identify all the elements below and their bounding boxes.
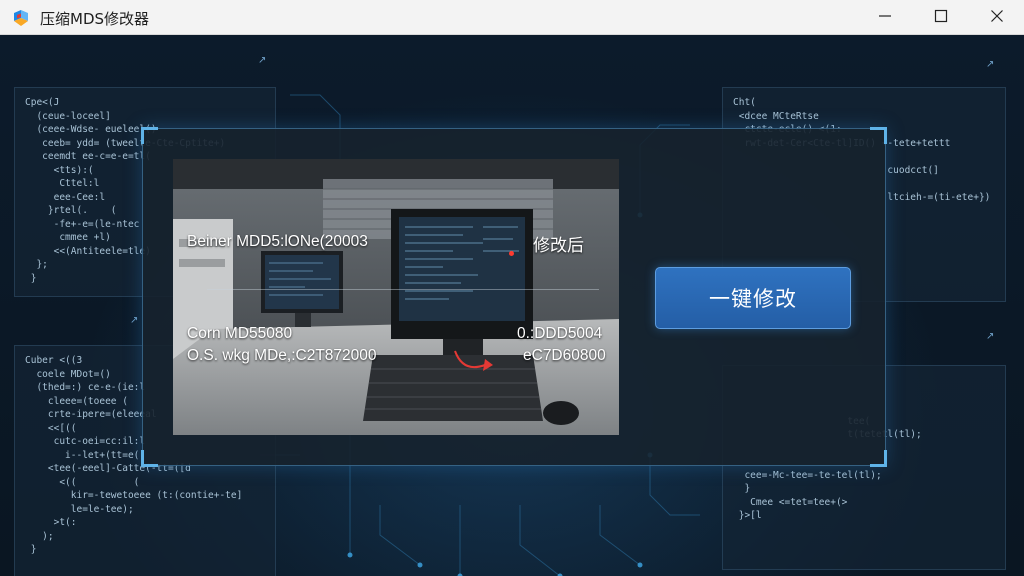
app-window: 压缩MDS修改器 Cpe<(J (ceue-loceel] (ceee-Wdse… — [0, 0, 1024, 576]
app-logo-icon — [12, 9, 30, 27]
title-bar[interactable]: 压缩MDS修改器 — [0, 0, 1024, 35]
os-md5-label: O.S. wkg MDe,:C2T872000 — [187, 347, 377, 364]
one-click-modify-button[interactable]: 一键修改 — [655, 267, 851, 329]
corner-bracket — [870, 127, 887, 144]
close-icon — [990, 8, 1004, 27]
close-button[interactable] — [974, 0, 1020, 34]
corner-bracket — [141, 450, 158, 467]
window-title: 压缩MDS修改器 — [40, 10, 150, 28]
expand-arrow-icon: ↗ — [130, 315, 139, 326]
expand-arrow-icon: ↗ — [258, 55, 267, 66]
maximize-button[interactable] — [918, 0, 964, 34]
after-label: 修改后 — [533, 236, 584, 256]
preview-image — [173, 159, 619, 435]
minimize-button[interactable] — [862, 0, 908, 34]
status-dot — [509, 251, 514, 256]
corner-bracket — [870, 450, 887, 467]
corner-bracket — [141, 127, 158, 144]
minimize-icon — [878, 8, 892, 27]
before-label: Beiner MDD5:lONe(20003 — [187, 233, 368, 250]
main-dialog: Beiner MDD5:lONe(20003 修改后 Corn MD55080 … — [141, 127, 887, 467]
divider — [207, 289, 599, 290]
maximize-icon — [934, 8, 948, 27]
new-hash-value-1: 0.:DDD5004 — [517, 325, 603, 342]
original-md5-label: Corn MD55080 — [187, 325, 293, 342]
expand-arrow-icon: ↗ — [986, 331, 995, 342]
new-hash-value-2: eC7D60800 — [523, 347, 606, 364]
expand-arrow-icon: ↗ — [986, 59, 995, 70]
